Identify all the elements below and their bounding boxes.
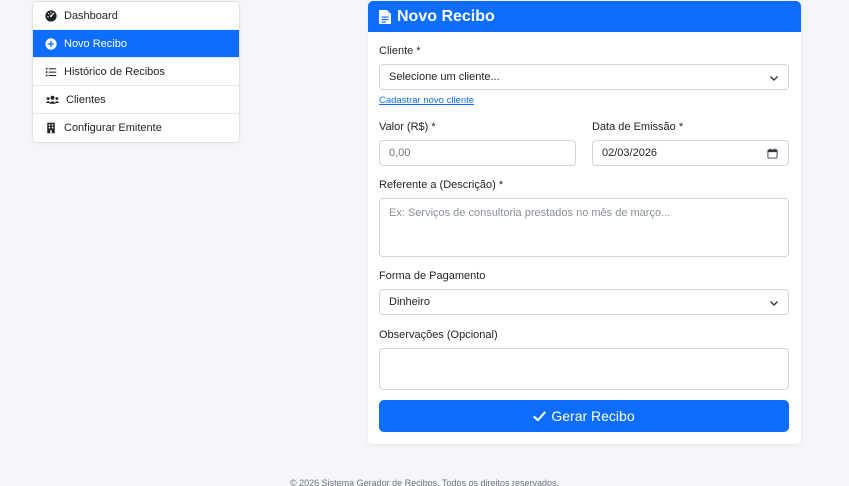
- building-icon: [44, 121, 58, 135]
- sidebar-item-clientes[interactable]: Clientes: [33, 86, 239, 114]
- file-text-icon: [378, 9, 392, 25]
- data-emissao-input[interactable]: 02/03/2026: [592, 140, 789, 166]
- list-icon: [44, 65, 58, 79]
- cliente-select-value: Selecione um cliente...: [389, 71, 500, 83]
- data-emissao-label: Data de Emissão *: [592, 121, 684, 133]
- gerar-recibo-label: Gerar Recibo: [551, 408, 635, 424]
- check-icon: [533, 411, 546, 421]
- pagamento-select[interactable]: Dinheiro: [379, 289, 789, 315]
- referente-textarea[interactable]: [379, 198, 789, 257]
- sidebar-item-label: Clientes: [66, 93, 106, 106]
- chevron-down-icon: [770, 76, 778, 81]
- footer-copyright: © 2026 Sistema Gerador de Recibos. Todos…: [289, 478, 560, 486]
- pagamento-label: Forma de Pagamento: [379, 270, 486, 282]
- cliente-select[interactable]: Selecione um cliente...: [379, 64, 789, 90]
- valor-input[interactable]: [379, 140, 576, 166]
- sidebar-item-configurar-emitente[interactable]: Configurar Emitente: [33, 114, 239, 142]
- plus-circle-icon: [44, 37, 58, 51]
- sidebar-item-novo-recibo[interactable]: Novo Recibo: [33, 30, 239, 58]
- data-emissao-value: 02/03/2026: [602, 147, 658, 159]
- sidebar-item-label: Configurar Emitente: [64, 122, 162, 134]
- cliente-label: Cliente *: [379, 45, 421, 57]
- card-header: Novo Recibo: [368, 1, 801, 32]
- sidebar-item-label: Novo Recibo: [64, 37, 127, 50]
- valor-label: Valor (R$) *: [379, 121, 436, 133]
- observacoes-textarea[interactable]: [379, 348, 789, 390]
- sidebar-item-dashboard[interactable]: Dashboard: [33, 2, 239, 30]
- sidebar-item-historico[interactable]: Histórico de Recibos: [33, 58, 239, 86]
- novo-recibo-card: Novo Recibo Cliente * Selecione um clien…: [368, 1, 801, 444]
- sidebar-item-label: Dashboard: [64, 9, 118, 22]
- sidebar-item-label: Histórico de Recibos: [64, 65, 165, 78]
- referente-label: Referente a (Descrição) *: [379, 179, 504, 191]
- page-title: Novo Recibo: [397, 7, 495, 25]
- sidebar-nav: Dashboard Novo Recibo Histórico de Recib…: [32, 1, 240, 143]
- chevron-down-icon: [770, 301, 778, 306]
- observacoes-label: Observações (Opcional): [379, 329, 498, 341]
- gauge-icon: [44, 9, 58, 23]
- cadastrar-cliente-link[interactable]: Cadastrar novo cliente: [379, 95, 474, 106]
- gerar-recibo-button[interactable]: Gerar Recibo: [379, 400, 789, 432]
- users-icon: [44, 93, 60, 107]
- pagamento-select-value: Dinheiro: [389, 296, 430, 308]
- calendar-icon[interactable]: [767, 148, 778, 159]
